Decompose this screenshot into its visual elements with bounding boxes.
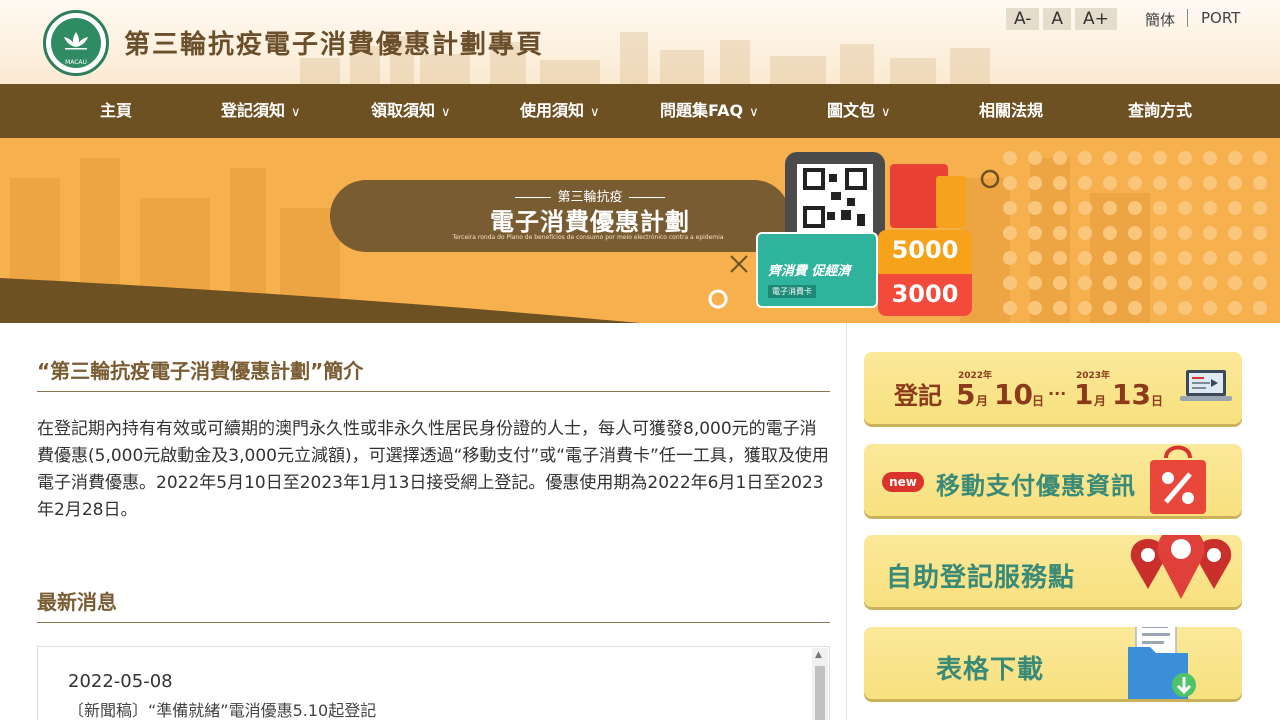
laptop-icon <box>1180 370 1232 401</box>
font-increase-button[interactable]: A+ <box>1075 8 1117 30</box>
mobile-payment-info-button[interactable]: new 移動支付優惠資訊 <box>864 444 1242 516</box>
month-char: 月 <box>1094 394 1107 408</box>
range-dots: ··· <box>1048 384 1067 403</box>
lang-simplified-link[interactable]: 簡体 <box>1145 9 1175 30</box>
card-label: 電子消費卡 <box>768 285 816 298</box>
register-label: 登記 <box>894 382 942 410</box>
nav-item-registration[interactable]: 登記須知 ∨ <box>221 84 301 138</box>
chevron-down-icon: ∨ <box>881 105 891 120</box>
nav-label: 使用須知 <box>520 101 585 120</box>
lang-separator <box>1187 9 1188 27</box>
forms-download-button[interactable]: 表格下載 <box>864 627 1242 699</box>
qr-code-icon <box>797 164 873 234</box>
forms-download-label: 表格下載 <box>936 655 1045 685</box>
banner-portuguese-text: Terceira ronda do Plano de benefícios de… <box>452 234 724 241</box>
day-char: 日 <box>1032 394 1045 408</box>
start-month: 5 <box>956 378 976 411</box>
macau-emblem-logo[interactable]: MACAU <box>43 10 109 76</box>
card-slogan: 齊消費 促經濟 <box>768 264 851 279</box>
intro-text: 在登記期內持有有效或可續期的澳門永久性或非永久性居民身份證的人士，每人可獲發8,… <box>37 419 829 520</box>
nav-label: 主頁 <box>100 101 133 120</box>
chevron-down-icon: ∨ <box>749 105 759 120</box>
site-title: 第三輪抗疫電子消費優惠計劃專頁 <box>124 30 545 60</box>
chevron-down-icon: ∨ <box>590 105 600 120</box>
end-month: 1 <box>1074 378 1094 411</box>
font-size-controls: A- A A+ <box>1006 8 1117 30</box>
chevron-down-icon: ∨ <box>441 105 451 120</box>
self-service-label: 自助登記服務點 <box>886 563 1076 593</box>
site-header: MACAU 第三輪抗疫電子消費優惠計劃專頁 A- A A+ 簡体 PORT <box>0 0 1280 84</box>
registration-period-button[interactable]: 登記 2022年 5 月 10 日 ··· 2023年 1 月 13 日 <box>864 352 1242 424</box>
sidebar-divider <box>846 323 847 720</box>
lang-port-link[interactable]: PORT <box>1201 9 1240 27</box>
start-day: 10 <box>994 378 1033 411</box>
scroll-up-arrow-icon[interactable]: ▲ <box>815 650 822 660</box>
logo-text: MACAU <box>65 59 87 66</box>
lotus-icon <box>64 32 88 50</box>
nav-label: 相關法規 <box>979 101 1044 120</box>
e-consumption-card: 齊消費 促經濟 電子消費卡 <box>756 232 878 308</box>
news-rule <box>37 622 830 623</box>
nav-item-media-pack[interactable]: 圖文包 ∨ <box>827 84 891 138</box>
coupon-top-value: 5000 <box>891 236 959 264</box>
coupon-amounts: 5000 3000 <box>878 230 972 316</box>
banner-title: 電子消費優惠計劃 <box>490 208 690 236</box>
news-date: 2022-05-08 <box>68 671 173 692</box>
chevron-down-icon: ∨ <box>291 105 301 120</box>
news-scrollbar[interactable]: ▲ <box>812 648 828 720</box>
nav-label: 領取須知 <box>371 101 436 120</box>
scrollbar-thumb[interactable] <box>815 666 825 720</box>
end-day: 13 <box>1112 378 1151 411</box>
nav-label: 圖文包 <box>827 101 876 120</box>
nav-label: 查詢方式 <box>1128 101 1193 120</box>
font-decrease-button[interactable]: A- <box>1006 8 1040 30</box>
news-item-link[interactable]: 〔新聞稿〕“準備就緒”電消優惠5.10起登記 <box>68 697 376 720</box>
font-default-button[interactable]: A <box>1043 8 1072 30</box>
nav-item-home[interactable]: 主頁 <box>100 84 132 138</box>
nav-label: 登記須知 <box>221 101 286 120</box>
discount-bag-icon <box>1150 445 1206 514</box>
folder-download-icon <box>1128 627 1196 699</box>
month-char: 月 <box>976 394 989 408</box>
nav-item-regulations[interactable]: 相關法規 <box>979 84 1043 138</box>
nav-item-usage[interactable]: 使用須知 ∨ <box>520 84 600 138</box>
news-heading: 最新消息 <box>37 590 117 614</box>
self-service-registration-button[interactable]: 自助登記服務點 <box>864 535 1242 607</box>
hero-banner: 第三輪抗疫 電子消費優惠計劃 Terceira ronda do Plano d… <box>0 138 1280 323</box>
intro-title: “第三輪抗疫電子消費優惠計劃”簡介 <box>37 359 364 383</box>
nav-item-enquiry[interactable]: 查詢方式 <box>1128 84 1192 138</box>
day-char: 日 <box>1151 394 1164 408</box>
nav-item-collection[interactable]: 領取須知 ∨ <box>371 84 451 138</box>
new-badge: new <box>882 472 924 492</box>
shopping-bag-icon <box>890 164 966 228</box>
main-nav: 主頁 登記須知 ∨ 領取須知 ∨ 使用須知 ∨ 問題集FAQ ∨ 圖文包 ∨ 相關法規 查… <box>0 84 1280 138</box>
mobile-payment-label: 移動支付優惠資訊 <box>936 472 1136 500</box>
coupon-bottom-value: 3000 <box>891 280 959 308</box>
intro-rule <box>37 391 830 392</box>
nav-label: 問題集FAQ <box>660 101 744 120</box>
news-list: 2022-05-08 〔新聞稿〕“準備就緒”電消優惠5.10起登記 ▲ <box>37 646 830 720</box>
location-pins-icon <box>1130 535 1232 599</box>
qr-code-phone <box>785 152 885 244</box>
nav-item-faq[interactable]: 問題集FAQ ∨ <box>660 84 759 138</box>
